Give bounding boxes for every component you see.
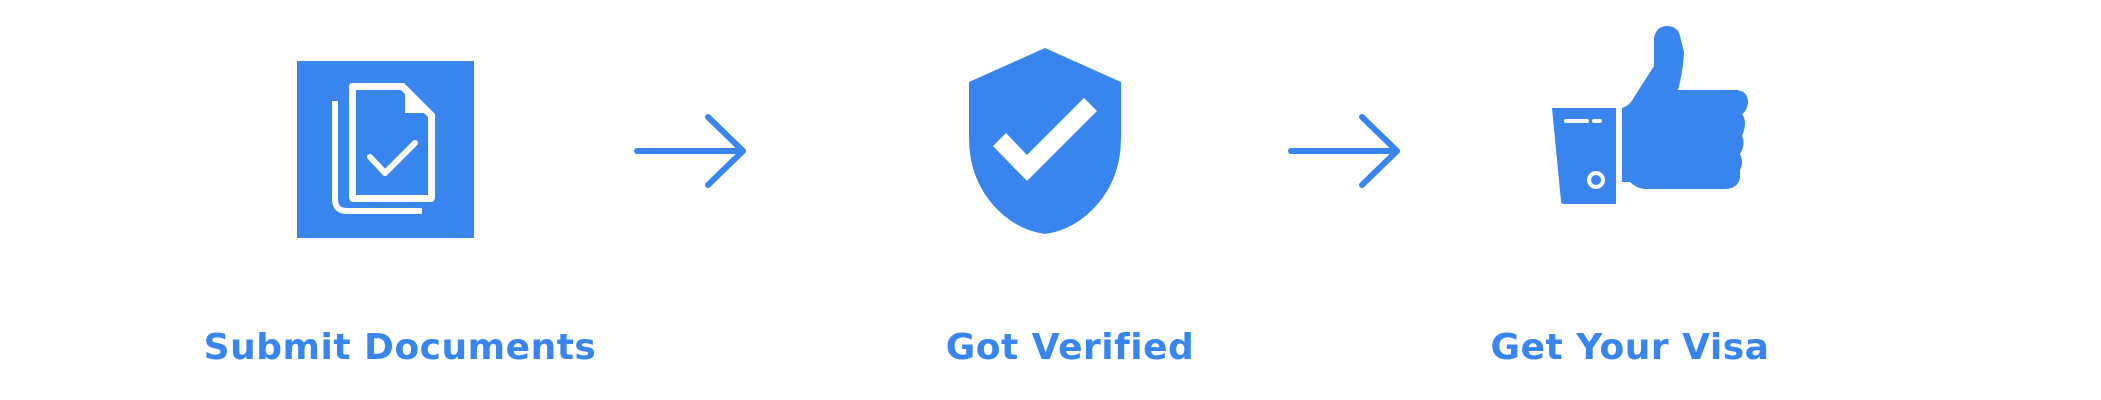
documents-check-icon bbox=[297, 61, 474, 238]
step-label-got-verified: Got Verified bbox=[945, 327, 1195, 368]
step-label-submit-documents: Submit Documents bbox=[203, 327, 597, 368]
arrow-right-icon bbox=[634, 114, 746, 188]
thumbs-up-icon bbox=[1552, 26, 1748, 204]
shield-check-icon bbox=[969, 48, 1121, 234]
step-label-get-your-visa: Get Your Visa bbox=[1490, 327, 1770, 368]
arrow-right-icon bbox=[1288, 114, 1400, 188]
